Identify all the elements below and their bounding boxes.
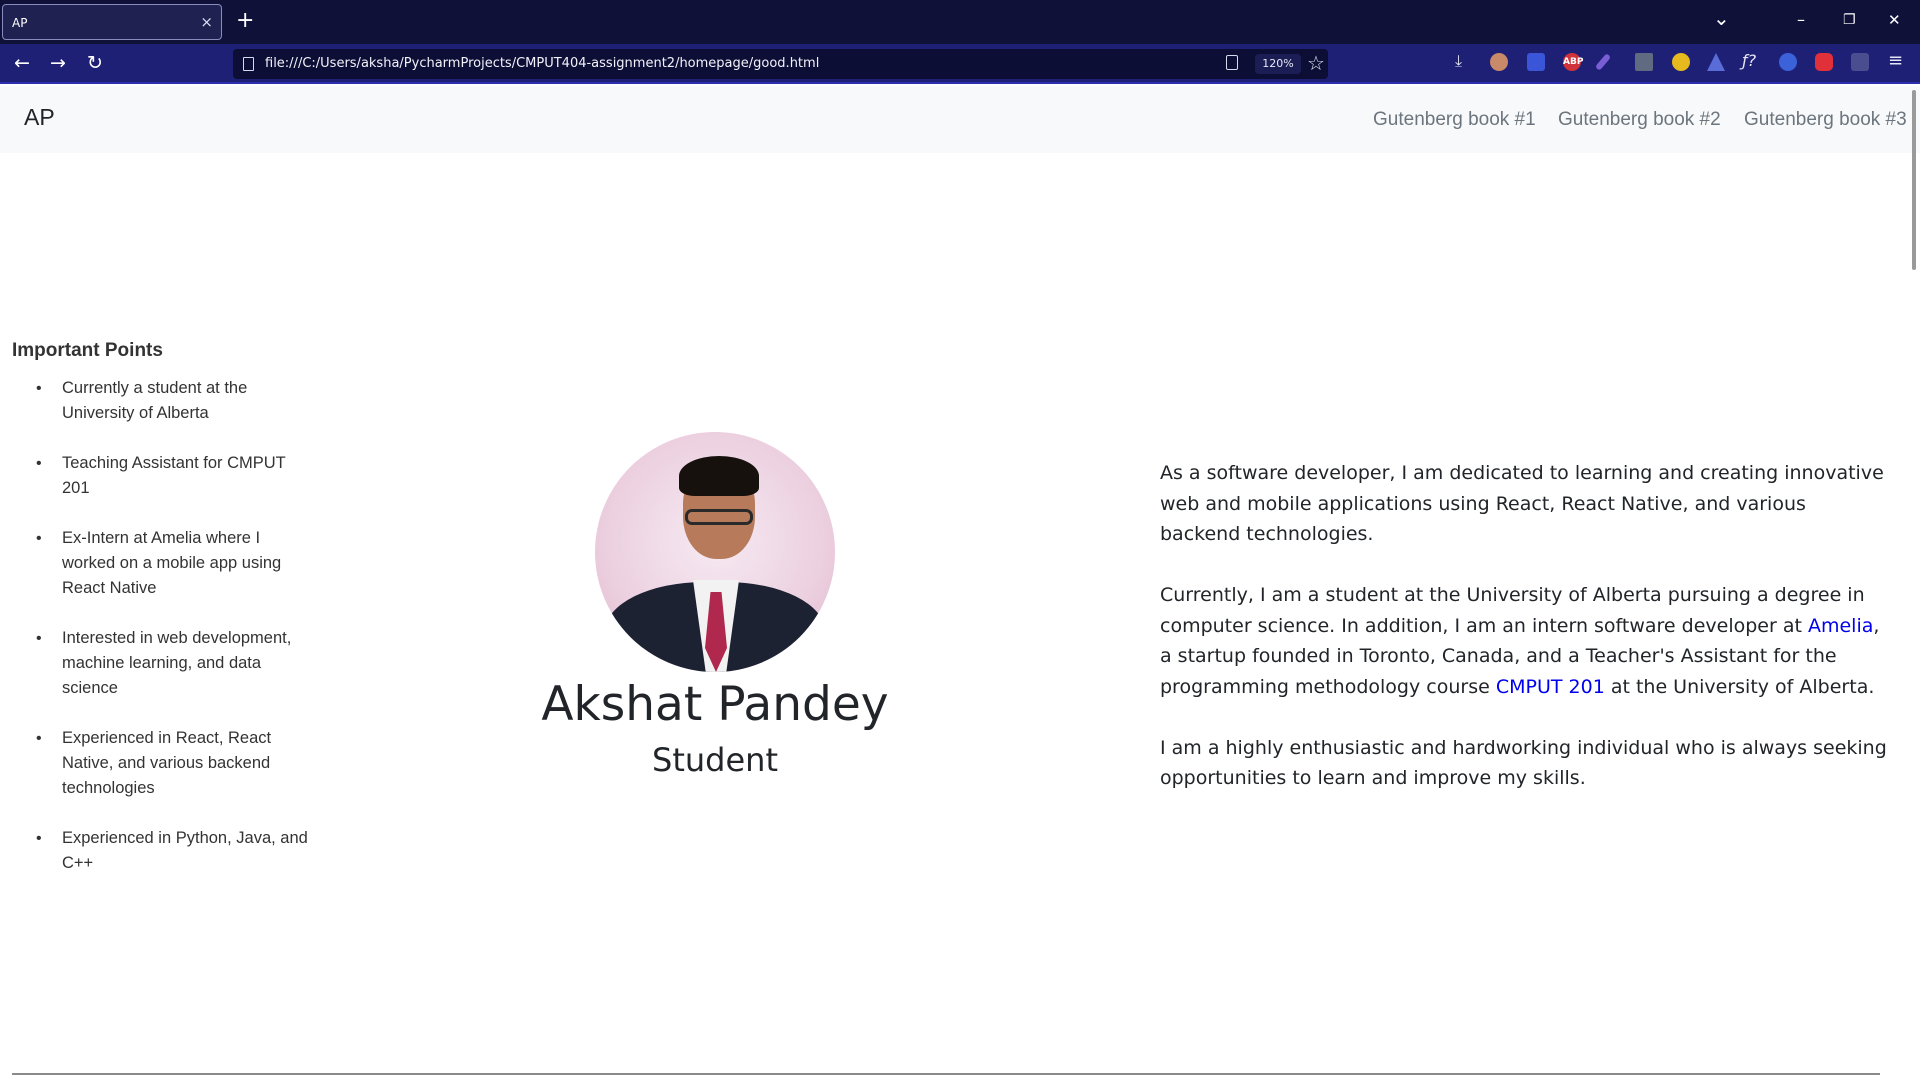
scrollbar[interactable]	[1912, 90, 1916, 270]
bookmark-star-icon[interactable]: ☆	[1307, 51, 1325, 75]
reader-view-icon[interactable]	[1226, 55, 1238, 70]
tab-title: AP	[12, 16, 28, 30]
adblock-icon[interactable]: ABP	[1563, 53, 1583, 71]
menu-icon[interactable]: ≡	[1888, 51, 1903, 71]
profile-role: Student	[652, 741, 778, 779]
divider	[12, 1073, 1880, 1075]
browser-tab-bar: AP × + ⌄ – ❐ ✕	[0, 0, 1920, 44]
download-icon[interactable]: ⤓	[1455, 51, 1462, 71]
nav-link-gutenberg-1[interactable]: Gutenberg book #1	[1373, 109, 1536, 131]
back-icon[interactable]: ←	[14, 52, 30, 74]
list-item: Interested in web development, machine l…	[12, 626, 312, 701]
important-points-list: Currently a student at the University of…	[12, 376, 312, 876]
cmput-201-link[interactable]: CMPUT 201	[1496, 676, 1605, 698]
extension-triangle-icon[interactable]	[1707, 53, 1725, 71]
page-icon	[243, 57, 254, 71]
bio-text: at the University of Alberta.	[1604, 675, 1875, 698]
url-text[interactable]: file:///C:/Users/aksha/PycharmProjects/C…	[265, 56, 819, 71]
tab-close-icon[interactable]: ×	[200, 13, 213, 31]
extension-face-icon[interactable]	[1490, 53, 1508, 71]
nav-link-gutenberg-2[interactable]: Gutenberg book #2	[1558, 109, 1721, 131]
forward-icon[interactable]: →	[50, 52, 66, 74]
reload-icon[interactable]: ↻	[87, 52, 103, 74]
restore-icon[interactable]: ❐	[1843, 10, 1856, 30]
extensions-puzzle-icon[interactable]	[1851, 53, 1869, 71]
avatar-hair	[679, 456, 759, 496]
browser-tab[interactable]: AP ×	[2, 4, 222, 40]
list-item: Ex-Intern at Amelia where I worked on a …	[12, 526, 312, 601]
avatar	[595, 432, 835, 672]
extension-atom-icon[interactable]	[1779, 53, 1797, 71]
bio-paragraph-2: Currently, I am a student at the Univers…	[1160, 580, 1890, 702]
site-navbar: AP Gutenberg book #1 Gutenberg book #2 G…	[0, 86, 1920, 153]
window-close-icon[interactable]: ✕	[1888, 10, 1901, 30]
page-content: AP Gutenberg book #1 Gutenberg book #2 G…	[0, 86, 1920, 1080]
nav-link-gutenberg-3[interactable]: Gutenberg book #3	[1744, 109, 1907, 131]
important-points-section: Important Points Currently a student at …	[12, 340, 312, 901]
bio-paragraph-3: I am a highly enthusiastic and hardworki…	[1160, 736, 1887, 790]
bio-section: As a software developer, I am dedicated …	[1160, 458, 1890, 824]
extension-grid-icon[interactable]	[1527, 53, 1545, 71]
important-points-heading: Important Points	[12, 340, 163, 361]
zoom-level[interactable]: 120%	[1255, 54, 1301, 74]
list-item: Experienced in React, React Native, and …	[12, 726, 312, 801]
amelia-link[interactable]: Amelia	[1808, 615, 1873, 637]
list-item: Teaching Assistant for CMPUT 201	[12, 451, 312, 501]
profile-name: Akshat Pandey	[541, 677, 889, 732]
avatar-glasses	[685, 509, 753, 525]
browser-toolbar: ← → ↻ file:///C:/Users/aksha/PycharmProj…	[0, 44, 1920, 84]
new-tab-icon[interactable]: +	[236, 9, 254, 33]
minimize-icon[interactable]: –	[1797, 10, 1805, 30]
extension-formula-icon[interactable]: ƒ?	[1742, 51, 1756, 71]
tab-list-icon[interactable]: ⌄	[1713, 8, 1730, 28]
extension-image-icon[interactable]	[1635, 53, 1653, 71]
list-item: Currently a student at the University of…	[12, 376, 312, 426]
extension-smiley-icon[interactable]	[1672, 53, 1690, 71]
extension-youtube-icon[interactable]	[1815, 53, 1833, 71]
address-bar[interactable]: file:///C:/Users/aksha/PycharmProjects/C…	[233, 49, 1328, 79]
bio-text: Currently, I am a student at the Univers…	[1160, 584, 1865, 637]
site-brand[interactable]: AP	[24, 104, 55, 131]
bio-paragraph-1: As a software developer, I am dedicated …	[1160, 462, 1884, 545]
profile-section: Akshat Pandey Student	[490, 432, 940, 780]
list-item: Experienced in Python, Java, and C++	[12, 826, 312, 876]
extension-pen-icon[interactable]	[1594, 53, 1612, 71]
